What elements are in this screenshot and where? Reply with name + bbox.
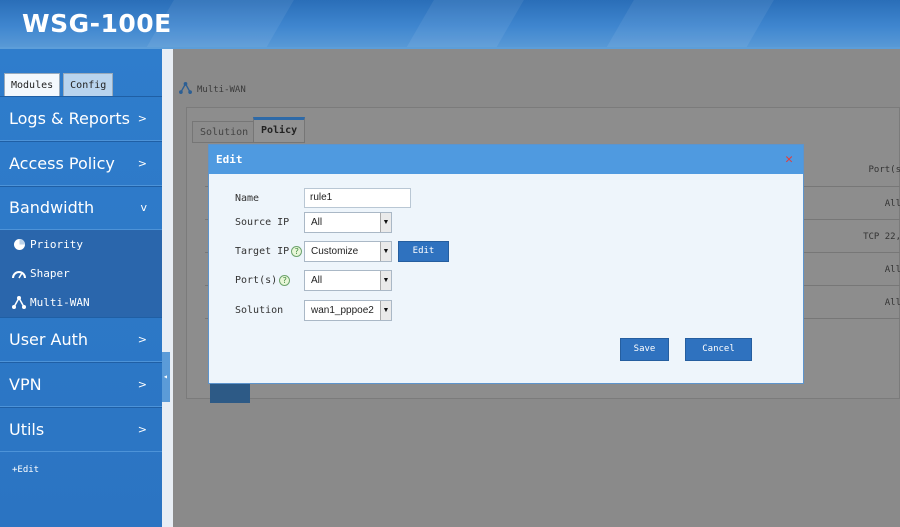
sidebar-item-label: Utils xyxy=(9,419,45,439)
help-icon[interactable]: ? xyxy=(279,274,291,286)
cancel-button[interactable]: Cancel xyxy=(685,338,752,361)
save-button[interactable]: Save xyxy=(620,338,669,361)
source-ip-label: Source IP xyxy=(235,216,290,228)
ports-select[interactable]: All ▼ xyxy=(304,269,392,291)
row-ports: All xyxy=(884,199,900,209)
app-title: WSG-100E xyxy=(22,9,172,38)
chevron-right-icon: > xyxy=(137,156,147,170)
network-icon xyxy=(11,296,27,310)
target-ip-select[interactable]: Customize ▼ xyxy=(304,240,392,262)
row-ports: All xyxy=(884,265,900,275)
chevron-right-icon: > xyxy=(137,333,147,347)
row-ports: TCP 22, xyxy=(863,232,900,242)
sidebar-item-logs-reports[interactable]: Logs & Reports > xyxy=(0,96,162,141)
chevron-down-icon: ▼ xyxy=(380,270,391,290)
sidebar-item-utils[interactable]: Utils > xyxy=(0,406,162,452)
help-icon[interactable]: ? xyxy=(291,245,303,257)
sidebar-menu: Logs & Reports > Access Policy > Bandwid… xyxy=(0,96,162,452)
dialog-titlebar: Edit ✕ xyxy=(209,145,803,174)
collapse-sidebar-handle[interactable]: ◂ xyxy=(162,352,170,402)
sidebar-item-label: User Auth xyxy=(9,330,89,350)
sidebar-splitter xyxy=(162,49,173,527)
header-decoration xyxy=(406,0,524,48)
chevron-down-icon: ▼ xyxy=(380,300,391,320)
ports-value: All xyxy=(311,274,323,286)
breadcrumb-label: Multi-WAN xyxy=(197,84,246,95)
solution-value: wan1_pppoe2 xyxy=(311,304,374,316)
tab-solution[interactable]: Solution xyxy=(192,121,257,143)
chevron-right-icon: > xyxy=(137,378,147,392)
sidebar: Modules Config Logs & Reports > Access P… xyxy=(0,49,162,527)
chevron-down-icon: v xyxy=(140,201,147,215)
network-icon xyxy=(179,82,192,97)
column-header-ports: Port(s xyxy=(868,165,900,175)
ports-label: Port(s) xyxy=(235,274,278,286)
chevron-down-icon: ▼ xyxy=(380,212,391,232)
priority-icon xyxy=(11,238,27,252)
bandwidth-submenu: Priority Shaper Multi-WAN xyxy=(0,230,162,318)
dialog-title: Edit xyxy=(216,153,243,166)
sidebar-subitem-shaper[interactable]: Shaper xyxy=(0,259,162,288)
target-ip-value: Customize xyxy=(311,245,359,257)
sidebar-item-label: Bandwidth xyxy=(9,198,95,218)
sidebar-subitem-label: Multi-WAN xyxy=(30,296,90,310)
chevron-right-icon: > xyxy=(137,422,147,436)
sidebar-subitem-priority[interactable]: Priority xyxy=(0,230,162,259)
edit-dialog: Edit ✕ Name rule1 Source IP All ▼ Target… xyxy=(208,144,804,384)
sidebar-tabs: Modules Config xyxy=(4,73,114,97)
sidebar-item-label: VPN xyxy=(9,375,42,395)
ports-row: Port(s) ? All ▼ xyxy=(235,269,392,291)
solution-select[interactable]: wan1_pppoe2 ▼ xyxy=(304,299,392,321)
sidebar-item-label: Logs & Reports xyxy=(9,108,130,128)
tab-modules[interactable]: Modules xyxy=(4,73,61,97)
chevron-down-icon: ▼ xyxy=(380,241,391,261)
target-ip-edit-button[interactable]: Edit xyxy=(398,241,449,262)
tab-policy[interactable]: Policy xyxy=(253,117,306,143)
sidebar-item-user-auth[interactable]: User Auth > xyxy=(0,317,162,363)
close-icon[interactable]: ✕ xyxy=(785,145,793,174)
chevron-right-icon: > xyxy=(137,111,147,125)
solution-row: Solution wan1_pppoe2 ▼ xyxy=(235,299,392,321)
row-ports: All xyxy=(884,298,900,308)
sidebar-subitem-multi-wan[interactable]: Multi-WAN xyxy=(0,288,162,317)
name-label: Name xyxy=(235,192,260,204)
sidebar-item-bandwidth[interactable]: Bandwidth v xyxy=(0,185,162,231)
header-decoration xyxy=(606,0,774,48)
source-ip-value: All xyxy=(311,216,323,228)
sidebar-item-vpn[interactable]: VPN > xyxy=(0,362,162,407)
edit-menu-link[interactable]: +Edit xyxy=(12,465,39,475)
sidebar-item-label: Access Policy xyxy=(9,153,115,173)
name-input[interactable]: rule1 xyxy=(304,188,411,208)
source-ip-select[interactable]: All ▼ xyxy=(304,211,392,233)
sidebar-subitem-label: Priority xyxy=(30,238,83,252)
target-ip-label-wrap: Target IP ? xyxy=(235,245,304,257)
tab-config[interactable]: Config xyxy=(63,73,114,97)
solution-label: Solution xyxy=(235,304,284,316)
source-ip-row: Source IP All ▼ xyxy=(235,211,392,233)
chevron-left-icon: ◂ xyxy=(163,372,168,381)
sidebar-item-access-policy[interactable]: Access Policy > xyxy=(0,140,162,186)
sidebar-subitem-label: Shaper xyxy=(30,267,70,281)
name-row: Name rule1 xyxy=(235,188,411,208)
app-header: WSG-100E xyxy=(0,0,900,48)
ports-label-wrap: Port(s) ? xyxy=(235,274,304,286)
gauge-icon xyxy=(11,267,27,281)
breadcrumb: Multi-WAN xyxy=(179,82,246,97)
target-ip-label: Target IP xyxy=(235,245,290,257)
target-ip-row: Target IP ? Customize ▼ xyxy=(235,240,392,262)
